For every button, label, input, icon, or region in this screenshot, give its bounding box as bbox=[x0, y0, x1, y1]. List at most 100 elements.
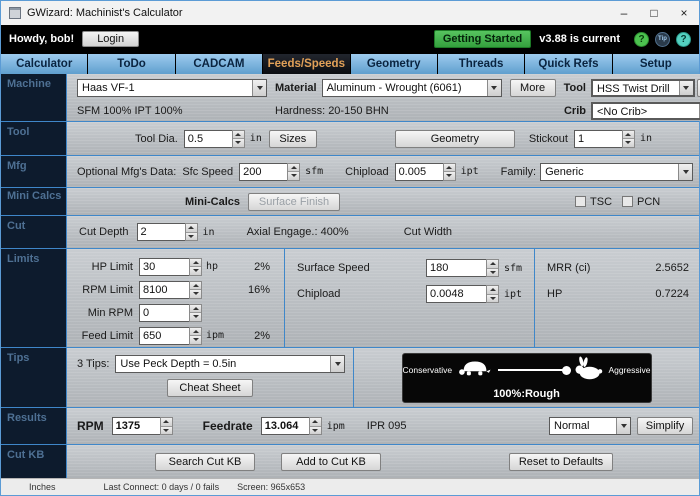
tool-select[interactable]: HSS Twist Drill bbox=[591, 79, 695, 97]
sfc-speed-input[interactable] bbox=[239, 163, 287, 181]
cut-depth-input[interactable] bbox=[137, 223, 185, 241]
chevron-down-icon[interactable] bbox=[678, 164, 692, 180]
tab-cadcam[interactable]: CADCAM bbox=[176, 54, 262, 74]
chevron-down-icon[interactable] bbox=[252, 80, 266, 96]
surface-finish-button[interactable]: Surface Finish bbox=[248, 193, 340, 211]
stickout-up[interactable] bbox=[623, 131, 634, 139]
min-rpm-down[interactable] bbox=[190, 312, 201, 321]
mfg-chipload-up[interactable] bbox=[444, 164, 455, 172]
feed-limit-unit: ipm bbox=[206, 330, 228, 341]
aggressiveness-slider[interactable] bbox=[498, 369, 568, 371]
tab-todo[interactable]: ToDo bbox=[88, 54, 174, 74]
tab-calculator[interactable]: Calculator bbox=[1, 54, 87, 74]
section-label-tool: Tool bbox=[1, 122, 66, 155]
rpm-down[interactable] bbox=[161, 426, 172, 435]
rpm-limit-up[interactable] bbox=[190, 282, 201, 290]
tab-setup[interactable]: Setup bbox=[613, 54, 699, 74]
tip-icon[interactable]: Tip bbox=[655, 32, 670, 47]
tool-dia-input[interactable] bbox=[184, 130, 232, 148]
hp-limit-unit: hp bbox=[206, 261, 228, 272]
material-select[interactable]: Aluminum - Wrought (6061) bbox=[322, 79, 502, 97]
tab-feeds-speeds[interactable]: Feeds/Speeds bbox=[263, 54, 349, 74]
search-cut-kb-button[interactable]: Search Cut KB bbox=[155, 453, 255, 471]
more-button[interactable]: More bbox=[510, 79, 556, 97]
hp-limit-up[interactable] bbox=[190, 259, 201, 267]
tab-geometry[interactable]: Geometry bbox=[351, 54, 437, 74]
stickout-down[interactable] bbox=[623, 138, 634, 147]
min-rpm-input[interactable] bbox=[139, 304, 189, 322]
maximize-button[interactable]: □ bbox=[639, 1, 669, 25]
tool-dia-up[interactable] bbox=[233, 131, 244, 139]
feed-limit-input[interactable] bbox=[139, 327, 189, 345]
reset-to-defaults-button[interactable]: Reset to Defaults bbox=[509, 453, 613, 471]
sfc-speed-unit: sfm bbox=[305, 166, 323, 177]
mfg-chipload-spinner bbox=[395, 163, 456, 181]
geometry-button[interactable]: Geometry bbox=[395, 130, 515, 148]
feedrate-input[interactable] bbox=[261, 417, 309, 435]
feed-limit-up[interactable] bbox=[190, 328, 201, 336]
minimize-button[interactable]: – bbox=[609, 1, 639, 25]
stickout-unit: in bbox=[640, 133, 652, 144]
surface-speed-down[interactable] bbox=[487, 268, 498, 277]
tab-bar: Calculator ToDo CADCAM Feeds/Speeds Geom… bbox=[1, 53, 699, 74]
hp-limit-input[interactable] bbox=[139, 258, 189, 276]
section-label-mfg: Mfg bbox=[1, 156, 66, 187]
close-button[interactable]: × bbox=[669, 1, 699, 25]
simplify-button[interactable]: Simplify bbox=[637, 417, 693, 435]
tab-quick-refs[interactable]: Quick Refs bbox=[525, 54, 611, 74]
pcn-checkbox[interactable] bbox=[622, 196, 633, 207]
rabbit-icon bbox=[573, 356, 603, 385]
sfc-speed-up[interactable] bbox=[288, 164, 299, 172]
crib-select[interactable]: <No Crib> bbox=[591, 102, 700, 120]
aggressive-label: Aggressive bbox=[608, 365, 650, 375]
stickout-input[interactable] bbox=[574, 130, 622, 148]
surface-speed-spinner bbox=[426, 259, 499, 277]
tips-count-label: 3 Tips: bbox=[77, 358, 109, 370]
help-icon[interactable]: ? bbox=[676, 32, 691, 47]
tab-threads[interactable]: Threads bbox=[438, 54, 524, 74]
feedrate-up[interactable] bbox=[310, 418, 321, 426]
slider-knob[interactable] bbox=[562, 366, 571, 375]
chipload-limit-input[interactable] bbox=[426, 285, 486, 303]
surface-speed-up[interactable] bbox=[487, 260, 498, 268]
feedrate-down[interactable] bbox=[310, 426, 321, 435]
surface-speed-input[interactable] bbox=[426, 259, 486, 277]
sfm-ipt-text: SFM 100% IPT 100% bbox=[77, 105, 275, 117]
stickout-spinner bbox=[574, 130, 635, 148]
rpm-input[interactable] bbox=[112, 417, 160, 435]
mfg-chipload-label: Chipload bbox=[345, 166, 388, 178]
cheat-sheet-button[interactable]: Cheat Sheet bbox=[167, 379, 253, 397]
material-label: Material bbox=[275, 82, 317, 94]
rpm-limit-input[interactable] bbox=[139, 281, 189, 299]
chevron-down-icon[interactable] bbox=[487, 80, 501, 96]
crib-label: Crib bbox=[564, 105, 586, 117]
tip-select[interactable]: Use Peck Depth = 0.5in bbox=[115, 355, 345, 373]
section-label-cut-kb: Cut KB bbox=[1, 445, 66, 478]
cut-depth-down[interactable] bbox=[186, 232, 197, 241]
sfc-speed-down[interactable] bbox=[288, 171, 299, 180]
chipload-limit-down[interactable] bbox=[487, 294, 498, 303]
min-rpm-up[interactable] bbox=[190, 305, 201, 313]
tsc-checkbox[interactable] bbox=[575, 196, 586, 207]
chipload-limit-up[interactable] bbox=[487, 286, 498, 294]
rpm-up[interactable] bbox=[161, 418, 172, 426]
feed-limit-down[interactable] bbox=[190, 335, 201, 344]
hp-limit-down[interactable] bbox=[190, 266, 201, 275]
rpm-limit-down[interactable] bbox=[190, 289, 201, 298]
info-icon[interactable]: ? bbox=[634, 32, 649, 47]
getting-started-button[interactable]: Getting Started bbox=[434, 30, 531, 48]
family-select[interactable]: Generic bbox=[540, 163, 693, 181]
chevron-down-icon[interactable] bbox=[679, 81, 693, 95]
results-mode-select[interactable]: Normal bbox=[549, 417, 631, 435]
chevron-down-icon[interactable] bbox=[330, 356, 344, 372]
chevron-down-icon[interactable] bbox=[616, 418, 630, 434]
mfg-chipload-down[interactable] bbox=[444, 171, 455, 180]
cut-depth-up[interactable] bbox=[186, 224, 197, 232]
pcn-label: PCN bbox=[637, 196, 660, 208]
mfg-chipload-input[interactable] bbox=[395, 163, 443, 181]
tool-dia-down[interactable] bbox=[233, 138, 244, 147]
machine-select[interactable]: Haas VF-1 bbox=[77, 79, 267, 97]
login-button[interactable]: Login bbox=[82, 31, 139, 47]
add-to-cut-kb-button[interactable]: Add to Cut KB bbox=[281, 453, 381, 471]
sizes-button[interactable]: Sizes bbox=[269, 130, 317, 148]
